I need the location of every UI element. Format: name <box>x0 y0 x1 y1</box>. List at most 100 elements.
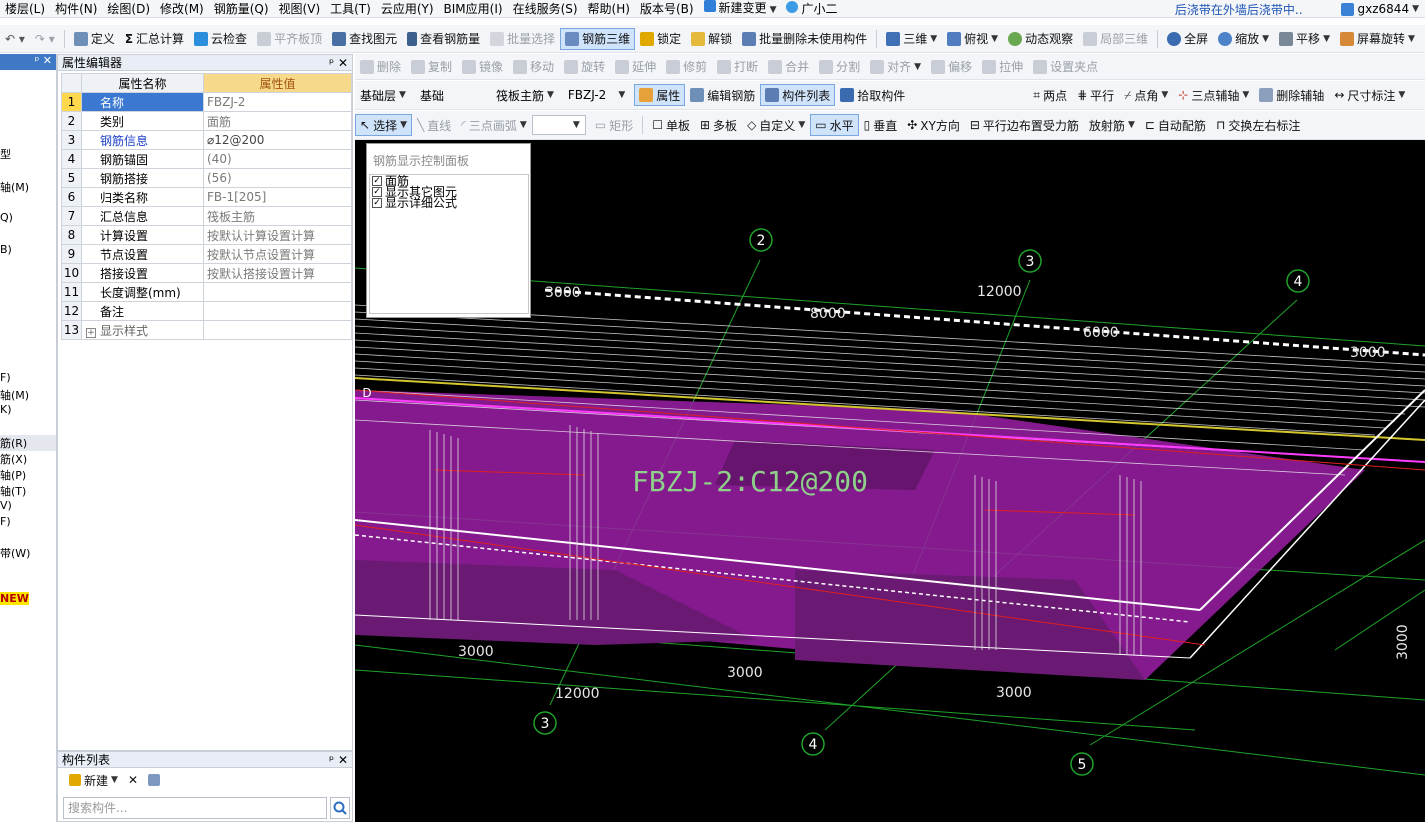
menu-tools[interactable]: 工具(T) <box>325 0 376 17</box>
option-show-formula[interactable]: ✓ 显示详细公式 <box>370 196 528 210</box>
undo-button[interactable]: ↶ ▾ <box>0 28 30 50</box>
view-rebar-button[interactable]: 查看钢筋量 <box>402 28 485 50</box>
property-value[interactable]: (56) <box>203 168 352 188</box>
single-slab-button[interactable]: ☐ 单板 <box>647 114 695 136</box>
menu-floor[interactable]: 楼层(L) <box>0 0 50 17</box>
trim-button[interactable]: 修剪 <box>661 56 712 78</box>
menu-rebar[interactable]: 钢筋量(Q) <box>209 0 274 17</box>
swap-labels-button[interactable]: ⊓ 交换左右标注 <box>1211 114 1305 136</box>
menu-draw[interactable]: 绘图(D) <box>102 0 155 17</box>
table-row[interactable]: 12 备注 <box>61 301 352 321</box>
nav-item[interactable]: 轴(P) <box>0 467 26 483</box>
property-value[interactable]: ⌀12@200 <box>203 130 352 150</box>
dynamic-orbit-button[interactable]: 动态观察 <box>1003 28 1078 50</box>
zoom-button[interactable]: 缩放 ▼ <box>1213 28 1274 50</box>
menu-new-change[interactable]: 新建变更 ▼ <box>699 0 782 17</box>
nav-item[interactable]: F) <box>0 515 11 528</box>
checkbox-checked[interactable]: ✓ <box>372 186 382 197</box>
property-value[interactable]: 按默认搭接设置计算 <box>203 263 352 283</box>
pin-icon[interactable]: ᵖ <box>329 753 334 767</box>
nav-item[interactable]: 轴(M) <box>0 387 29 403</box>
new-component-button[interactable]: 新建 ▼ <box>64 769 123 791</box>
custom-button[interactable]: ◇ 自定义 ▼ <box>742 114 810 136</box>
pin-icon[interactable]: ᵖ <box>35 54 40 70</box>
menu-version[interactable]: 版本号(B) <box>635 0 699 17</box>
table-row[interactable]: 10 搭接设置 按默认搭接设置计算 <box>61 263 352 283</box>
table-row[interactable]: 9 节点设置 按默认节点设置计算 <box>61 244 352 264</box>
menu-bim[interactable]: BIM应用(I) <box>439 0 508 17</box>
nav-item[interactable]: 型 <box>0 146 11 162</box>
menu-view[interactable]: 视图(V) <box>274 0 326 17</box>
nav-item[interactable]: 轴(M) <box>0 179 29 195</box>
delete-component-button[interactable]: ✕ <box>123 769 143 791</box>
nav-item-selected[interactable]: 筋(R) <box>0 435 56 451</box>
view-3d-button[interactable]: 三维 ▼ <box>881 28 942 50</box>
fullscreen-button[interactable]: 全屏 <box>1162 28 1213 50</box>
property-value[interactable] <box>203 282 352 302</box>
table-row[interactable]: 3 钢筋信息 ⌀12@200 <box>61 130 352 150</box>
nav-item[interactable]: 筋(X) <box>0 451 27 467</box>
checkbox-checked[interactable]: ✓ <box>372 197 382 208</box>
batch-delete-button[interactable]: 批量删除未使用构件 <box>737 28 872 50</box>
table-row[interactable]: 4 钢筋锚固 (40) <box>61 149 352 169</box>
component-list-button[interactable]: 构件列表 <box>760 84 836 106</box>
property-value[interactable]: 按默认计算设置计算 <box>203 225 352 245</box>
radial-rebar-button[interactable]: 放射筋 ▼ <box>1084 114 1140 136</box>
table-row[interactable]: 1 名称 FBZJ-2 <box>61 92 352 112</box>
three-point-axis-button[interactable]: ⊹ 三点辅轴 ▼ <box>1173 84 1254 106</box>
lock-button[interactable]: 锁定 <box>635 28 686 50</box>
align-button[interactable]: 对齐 ▼ <box>865 56 926 78</box>
offset-button[interactable]: 偏移 <box>926 56 977 78</box>
type-select[interactable]: 基础 <box>415 85 487 105</box>
rebar-label[interactable]: FBZJ-2:C12@200 <box>632 465 868 498</box>
pin-icon[interactable]: ᵖ <box>329 56 334 70</box>
summary-calc-button[interactable]: Σ 汇总计算 <box>120 28 189 50</box>
property-value[interactable] <box>203 320 352 340</box>
rotate-button[interactable]: 旋转 <box>559 56 610 78</box>
break-button[interactable]: 打断 <box>712 56 763 78</box>
menu-component[interactable]: 构件(N) <box>50 0 102 17</box>
screen-rotate-button[interactable]: 屏幕旋转 ▼ <box>1335 28 1420 50</box>
horizontal-button[interactable]: ▭ 水平 <box>810 114 859 136</box>
checkbox-checked[interactable]: ✓ <box>372 175 382 186</box>
two-point-axis-button[interactable]: ⌗ 两点 <box>1028 84 1072 106</box>
copy-button[interactable]: 复制 <box>406 56 457 78</box>
move-button[interactable]: 移动 <box>508 56 559 78</box>
table-row[interactable]: 2 类别 面筋 <box>61 111 352 131</box>
cloud-check-button[interactable]: 云检查 <box>189 28 252 50</box>
rectangle-button[interactable]: ▭ 矩形 <box>590 114 638 136</box>
menu-online[interactable]: 在线服务(S) <box>508 0 583 17</box>
table-row[interactable]: 13 + 显示样式 <box>61 320 352 340</box>
nav-item[interactable]: Q) <box>0 211 13 224</box>
close-icon[interactable]: ✕ <box>43 54 52 70</box>
extend-button[interactable]: 延伸 <box>610 56 661 78</box>
component-select[interactable]: FBZJ-2 ▼ <box>563 85 630 105</box>
unlock-button[interactable]: 解锁 <box>686 28 737 50</box>
subtype-select[interactable]: 筏板主筋 ▼ <box>491 85 559 105</box>
line-button[interactable]: ╲ 直线 <box>412 114 456 136</box>
close-icon[interactable]: ✕ <box>338 56 348 70</box>
merge-button[interactable]: 合并 <box>763 56 814 78</box>
menu-help[interactable]: 帮助(H) <box>583 0 635 17</box>
property-value[interactable]: (40) <box>203 149 352 169</box>
search-input[interactable]: 搜索构件... <box>63 797 327 819</box>
delete-button[interactable]: 删除 <box>355 56 406 78</box>
vertical-button[interactable]: ▯ 垂直 <box>859 114 903 136</box>
property-value[interactable]: 面筋 <box>203 111 352 131</box>
arc-mode-select[interactable]: ▼ <box>531 115 586 135</box>
pan-button[interactable]: 平移 ▼ <box>1274 28 1335 50</box>
table-row[interactable]: 5 钢筋搭接 (56) <box>61 168 352 188</box>
arc-button[interactable]: ◜ 三点画弧 ▼ <box>456 114 532 136</box>
dimension-button[interactable]: ↔ 尺寸标注 ▼ <box>1329 84 1410 106</box>
search-button[interactable] <box>330 797 350 819</box>
nav-item[interactable]: K) <box>0 403 12 416</box>
property-value[interactable]: FBZJ-2 <box>203 92 352 112</box>
select-button[interactable]: ↖ 选择 ▼ <box>355 114 412 136</box>
table-row[interactable]: 11 长度调整(mm) <box>61 282 352 302</box>
menu-assistant[interactable]: 广小二 <box>781 0 842 17</box>
property-value[interactable]: 按默认节点设置计算 <box>203 244 352 264</box>
menu-modify[interactable]: 修改(M) <box>155 0 209 17</box>
table-row[interactable]: 8 计算设置 按默认计算设置计算 <box>61 225 352 245</box>
define-button[interactable]: 定义 <box>69 28 120 50</box>
nav-item[interactable]: 带(W) <box>0 545 30 561</box>
